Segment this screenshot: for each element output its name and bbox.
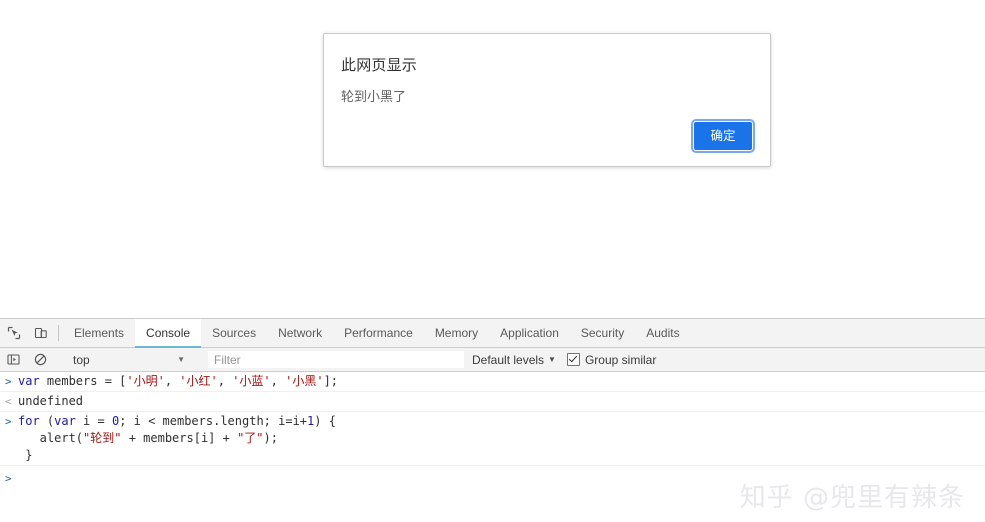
execution-context-value: top bbox=[73, 352, 90, 367]
tab-application[interactable]: Application bbox=[489, 319, 570, 347]
tab-label: Network bbox=[278, 326, 323, 340]
code-token: + members[i] + bbox=[121, 431, 238, 445]
console-input-row: > var members = ['小明', '小红', '小蓝', '小黑']; bbox=[0, 372, 985, 392]
group-similar-toggle[interactable]: Group similar bbox=[566, 352, 657, 367]
tab-console[interactable]: Console bbox=[135, 319, 202, 348]
inspect-element-icon[interactable] bbox=[0, 319, 27, 347]
tab-label: Security bbox=[580, 326, 625, 340]
clear-console-icon[interactable] bbox=[27, 353, 54, 366]
code-token: members = [ bbox=[46, 374, 127, 388]
tab-label: Audits bbox=[646, 326, 680, 340]
tab-network[interactable]: Network bbox=[267, 319, 333, 347]
console-message-list: > var members = ['小明', '小红', '小蓝', '小黑'];… bbox=[0, 372, 985, 466]
tab-sources[interactable]: Sources bbox=[201, 319, 267, 347]
tab-label: Console bbox=[146, 326, 191, 340]
javascript-alert-dialog: 此网页显示 轮到小黑了 确定 bbox=[323, 33, 771, 167]
console-input-row: > for (var i = 0; i < members.length; i=i… bbox=[0, 412, 985, 466]
web-page-area: 此网页显示 轮到小黑了 确定 bbox=[0, 0, 985, 318]
tab-label: Performance bbox=[344, 326, 413, 340]
devtools-tabbar: Elements Console Sources Network Perform… bbox=[0, 319, 985, 348]
code-token: , bbox=[164, 374, 180, 388]
console-output-row: < undefined bbox=[0, 392, 985, 412]
code-token: '小蓝' bbox=[232, 374, 271, 388]
tab-audits[interactable]: Audits bbox=[635, 319, 690, 347]
code-token: ]; bbox=[323, 374, 339, 388]
dialog-ok-button[interactable]: 确定 bbox=[691, 119, 755, 153]
code-token: "了" bbox=[237, 431, 264, 445]
code-token: , bbox=[270, 374, 286, 388]
code-token: for bbox=[18, 414, 47, 428]
code-token: "轮到" bbox=[83, 431, 122, 445]
dialog-message: 轮到小黑了 bbox=[341, 90, 407, 105]
code-token: } bbox=[18, 448, 33, 462]
code-token: ); bbox=[263, 431, 278, 445]
tab-label: Memory bbox=[434, 326, 479, 340]
toolbar-divider bbox=[58, 325, 59, 341]
code-token: , bbox=[217, 374, 233, 388]
console-sidebar-icon[interactable] bbox=[0, 353, 27, 366]
input-arrow-icon: > bbox=[5, 415, 12, 428]
tab-elements[interactable]: Elements bbox=[63, 319, 135, 347]
log-levels-dropdown[interactable]: Default levels ▼ bbox=[472, 353, 556, 367]
code-token: var bbox=[18, 374, 47, 388]
code-token: ) { bbox=[314, 414, 336, 428]
code-token: var bbox=[54, 414, 84, 428]
code-token: ; i < members.length; i=i+ bbox=[119, 414, 308, 428]
console-filter-bar: top ▼ Default levels ▼ Group similar bbox=[0, 348, 985, 372]
code-token: '小明' bbox=[126, 374, 165, 388]
prompt-arrow-icon: > bbox=[5, 472, 12, 485]
execution-context-dropdown[interactable]: top ▼ bbox=[63, 348, 193, 371]
tab-label: Elements bbox=[74, 326, 125, 340]
chevron-down-icon: ▼ bbox=[548, 355, 556, 364]
log-levels-label: Default levels bbox=[472, 352, 545, 367]
code-token: undefined bbox=[18, 394, 84, 408]
tab-label: Sources bbox=[212, 326, 257, 340]
output-arrow-icon: < bbox=[5, 395, 12, 408]
input-arrow-icon: > bbox=[5, 375, 12, 388]
tab-performance[interactable]: Performance bbox=[333, 319, 424, 347]
group-similar-label: Group similar bbox=[584, 352, 657, 367]
tab-security[interactable]: Security bbox=[570, 319, 635, 347]
code-token: '小红' bbox=[179, 374, 218, 388]
code-token: i = bbox=[83, 414, 112, 428]
device-toolbar-icon[interactable] bbox=[27, 319, 54, 347]
tab-label: Application bbox=[500, 326, 559, 340]
watermark: 知乎 @兜里有辣条 bbox=[739, 483, 965, 513]
checkbox-checked-icon[interactable] bbox=[566, 353, 580, 366]
console-filter-input[interactable] bbox=[208, 351, 464, 368]
dialog-title: 此网页显示 bbox=[341, 56, 418, 74]
code-token: '小黑' bbox=[285, 374, 324, 388]
chevron-down-icon: ▼ bbox=[177, 355, 185, 364]
code-token: alert( bbox=[18, 431, 84, 445]
tab-memory[interactable]: Memory bbox=[424, 319, 489, 347]
